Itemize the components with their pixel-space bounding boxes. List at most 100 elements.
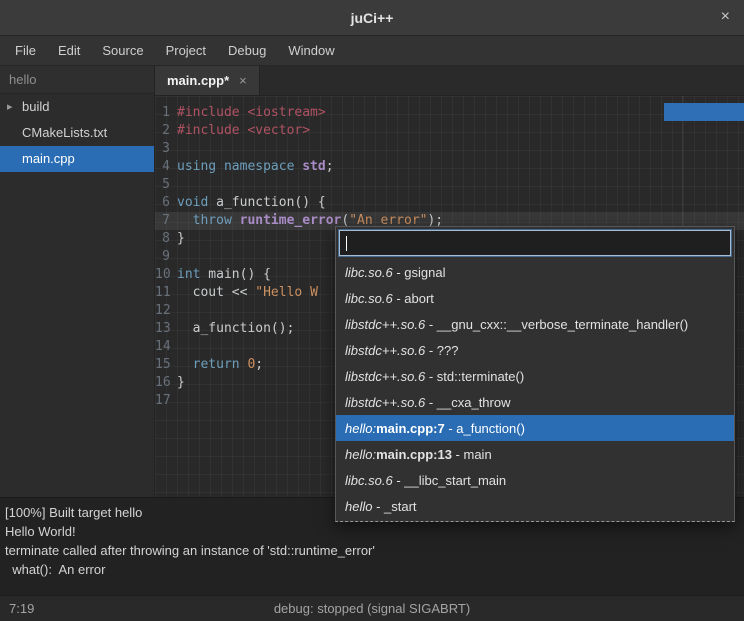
status-bar: 7:19 debug: stopped (signal SIGABRT): [0, 595, 744, 621]
code-line-4: 4using namespace std;: [155, 158, 744, 176]
tab-label: main.cpp*: [167, 73, 229, 88]
backtrace-item-3[interactable]: libstdc++.so.6 - ???: [336, 337, 734, 363]
backtrace-item-2[interactable]: libstdc++.so.6 - __gnu_cxx::__verbose_te…: [336, 311, 734, 337]
backtrace-item-7[interactable]: hello:main.cpp:13 - main: [336, 441, 734, 467]
line-number: 17: [155, 392, 177, 410]
backtrace-item-9[interactable]: hello - _start: [336, 493, 734, 519]
backtrace-item-4[interactable]: libstdc++.so.6 - std::terminate(): [336, 363, 734, 389]
backtrace-symbol: - __gnu_cxx::__verbose_terminate_handler…: [425, 317, 688, 332]
popup-search-wrap: [336, 227, 734, 259]
line-number: 11: [155, 284, 177, 302]
line-number: 3: [155, 140, 177, 158]
code-line-text: using namespace std;: [177, 158, 334, 176]
menu-item-edit[interactable]: Edit: [47, 36, 91, 66]
debug-status: debug: stopped (signal SIGABRT): [0, 601, 744, 616]
code-line-text: #include <vector>: [177, 122, 310, 140]
cursor-position: 7:19: [0, 601, 34, 616]
tree-item-label: CMakeLists.txt: [22, 125, 107, 140]
window-close-icon[interactable]: ×: [721, 8, 730, 26]
code-line-1: 1#include <iostream>: [155, 104, 744, 122]
code-line-text: }: [177, 230, 185, 248]
code-line-text: return 0;: [177, 356, 263, 374]
menu-item-debug[interactable]: Debug: [217, 36, 277, 66]
text-caret: [346, 236, 347, 251]
menu-item-project[interactable]: Project: [155, 36, 217, 66]
code-line-text: }: [177, 374, 185, 392]
project-name-header: hello: [0, 66, 154, 94]
code-line-text: void a_function() {: [177, 194, 326, 212]
backtrace-lib: libc.so.6: [345, 265, 393, 280]
backtrace-item-1[interactable]: libc.so.6 - abort: [336, 285, 734, 311]
backtrace-list: libc.so.6 - gsignallibc.so.6 - abortlibs…: [336, 259, 734, 521]
code-line-text: a_function();: [177, 320, 294, 338]
backtrace-symbol: - abort: [393, 291, 434, 306]
backtrace-location: main.cpp:7: [376, 421, 445, 436]
backtrace-lib: libc.so.6: [345, 291, 393, 306]
code-line-text: #include <iostream>: [177, 104, 326, 122]
sidebar: hello ▸ build CMakeLists.txt main.cpp: [0, 66, 155, 497]
output-line-2: terminate called after throwing an insta…: [5, 541, 739, 560]
line-number: 1: [155, 104, 177, 122]
line-number: 5: [155, 176, 177, 194]
output-line-3: what(): An error: [5, 560, 739, 579]
backtrace-item-8[interactable]: libc.so.6 - __libc_start_main: [336, 467, 734, 493]
backtrace-symbol: - main: [452, 447, 492, 462]
line-number: 15: [155, 356, 177, 374]
backtrace-lib: libstdc++.so.6: [345, 317, 425, 332]
line-number: 13: [155, 320, 177, 338]
backtrace-lib: libstdc++.so.6: [345, 395, 425, 410]
title-bar[interactable]: juCi++ ×: [0, 0, 744, 36]
tab-main-cpp[interactable]: main.cpp* ×: [155, 66, 260, 95]
line-number: 14: [155, 338, 177, 356]
line-number: 7: [155, 212, 177, 230]
code-line-3: 3: [155, 140, 744, 158]
code-line-2: 2#include <vector>: [155, 122, 744, 140]
backtrace-item-0[interactable]: libc.so.6 - gsignal: [336, 259, 734, 285]
tab-bar: main.cpp* ×: [155, 66, 744, 96]
backtrace-lib: libstdc++.so.6: [345, 343, 425, 358]
backtrace-symbol: - ???: [425, 343, 458, 358]
file-tree: ▸ build CMakeLists.txt main.cpp: [0, 94, 154, 172]
backtrace-location: main.cpp:13: [376, 447, 452, 462]
line-number: 9: [155, 248, 177, 266]
backtrace-item-6[interactable]: hello:main.cpp:7 - a_function(): [336, 415, 734, 441]
backtrace-popup: libc.so.6 - gsignallibc.so.6 - abortlibs…: [335, 226, 735, 522]
sidebar-item-build[interactable]: ▸ build: [0, 94, 154, 120]
sidebar-item-main-cpp[interactable]: main.cpp: [0, 146, 154, 172]
tree-item-label: main.cpp: [22, 151, 75, 166]
backtrace-symbol: - __libc_start_main: [393, 473, 506, 488]
output-line-1: Hello World!: [5, 522, 739, 541]
line-number: 6: [155, 194, 177, 212]
backtrace-lib: hello:: [345, 447, 376, 462]
backtrace-item-5[interactable]: libstdc++.so.6 - __cxa_throw: [336, 389, 734, 415]
window-title: juCi++: [351, 10, 394, 26]
line-number: 2: [155, 122, 177, 140]
line-number: 4: [155, 158, 177, 176]
sidebar-item-cmakelists-txt[interactable]: CMakeLists.txt: [0, 120, 154, 146]
tree-item-label: build: [22, 99, 49, 114]
backtrace-symbol: - std::terminate(): [425, 369, 524, 384]
backtrace-lib: hello: [345, 499, 372, 514]
menu-item-file[interactable]: File: [4, 36, 47, 66]
code-line-text: cout << "Hello W: [177, 284, 318, 302]
popup-search-input[interactable]: [339, 230, 731, 256]
chevron-right-icon[interactable]: ▸: [7, 94, 13, 120]
backtrace-lib: libstdc++.so.6: [345, 369, 425, 384]
code-line-6: 6void a_function() {: [155, 194, 744, 212]
scrollbar-thumb[interactable]: [664, 103, 744, 121]
backtrace-lib: hello:: [345, 421, 376, 436]
backtrace-symbol: - gsignal: [393, 265, 446, 280]
tab-close-icon[interactable]: ×: [239, 73, 247, 88]
menu-bar: FileEditSourceProjectDebugWindow: [0, 36, 744, 66]
backtrace-symbol: - a_function(): [445, 421, 525, 436]
backtrace-symbol: - _start: [372, 499, 416, 514]
menu-item-window[interactable]: Window: [277, 36, 345, 66]
line-number: 8: [155, 230, 177, 248]
juci-window: juCi++ × FileEditSourceProjectDebugWindo…: [0, 0, 744, 621]
code-line-text: int main() {: [177, 266, 271, 284]
line-number: 16: [155, 374, 177, 392]
backtrace-symbol: - __cxa_throw: [425, 395, 510, 410]
code-line-5: 5: [155, 176, 744, 194]
menu-item-source[interactable]: Source: [91, 36, 154, 66]
backtrace-lib: libc.so.6: [345, 473, 393, 488]
